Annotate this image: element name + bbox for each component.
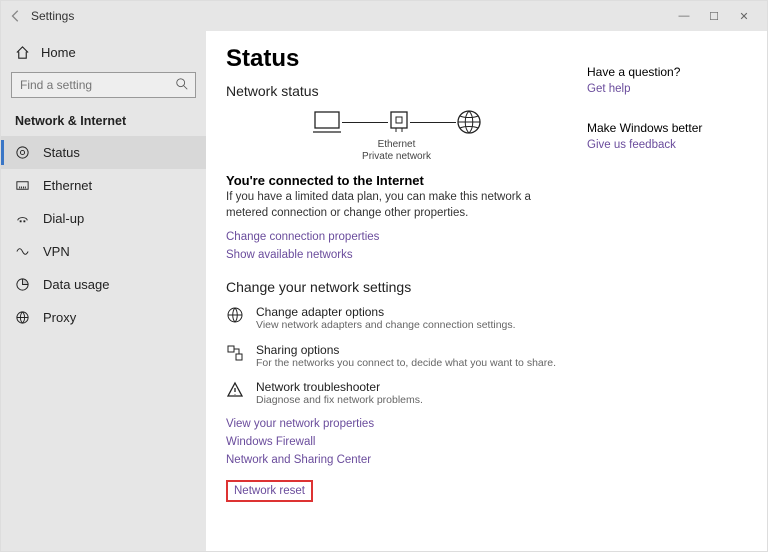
network-sharing-center-link[interactable]: Network and Sharing Center <box>226 454 567 466</box>
show-available-networks-link[interactable]: Show available networks <box>226 249 567 261</box>
sidebar-item-label: Proxy <box>43 310 76 325</box>
get-help-link[interactable]: Get help <box>587 83 747 95</box>
option-title: Change adapter options <box>256 305 516 319</box>
status-icon <box>15 145 31 160</box>
search-icon <box>175 77 189 91</box>
vpn-icon <box>15 244 31 259</box>
option-desc: For the networks you connect to, decide … <box>256 357 556 371</box>
sidebar-item-dialup[interactable]: Dial-up <box>1 202 206 235</box>
proxy-icon <box>15 310 31 325</box>
ethernet-icon <box>15 178 31 193</box>
option-title: Sharing options <box>256 343 556 357</box>
search-input[interactable] <box>11 72 196 98</box>
network-diagram <box>226 109 567 135</box>
change-adapter-options[interactable]: Change adapter options View network adap… <box>226 305 567 333</box>
feedback-heading: Make Windows better <box>587 121 747 135</box>
back-icon[interactable] <box>9 9 25 23</box>
diagram-line <box>410 122 456 123</box>
titlebar: Settings — ☐ ✕ <box>1 1 767 31</box>
network-troubleshooter[interactable]: Network troubleshooter Diagnose and fix … <box>226 380 567 408</box>
connected-desc: If you have a limited data plan, you can… <box>226 190 567 221</box>
sidebar-item-label: Ethernet <box>43 178 92 193</box>
sidebar-item-label: Status <box>43 145 80 160</box>
category-heading: Network & Internet <box>1 106 206 136</box>
sidebar-item-vpn[interactable]: VPN <box>1 235 206 268</box>
change-connection-properties-link[interactable]: Change connection properties <box>226 231 567 243</box>
page-title: Status <box>226 45 567 73</box>
sidebar: Home Network & Internet Status Ethernet … <box>1 31 206 551</box>
data-usage-icon <box>15 277 31 292</box>
option-desc: Diagnose and fix network problems. <box>256 394 423 408</box>
view-network-properties-link[interactable]: View your network properties <box>226 418 567 430</box>
home-button[interactable]: Home <box>1 37 206 68</box>
network-reset-link[interactable]: Network reset <box>234 485 305 497</box>
sidebar-item-label: Dial-up <box>43 211 84 226</box>
adapter-icon <box>388 109 410 135</box>
sharing-icon <box>226 344 244 371</box>
section-heading: Change your network settings <box>226 279 567 295</box>
main-content: Status Network status Ethernet Private n… <box>226 45 567 541</box>
diagram-line <box>342 122 388 123</box>
sidebar-item-label: VPN <box>43 244 70 259</box>
network-reset-highlight: Network reset <box>226 480 313 502</box>
home-label: Home <box>41 45 76 60</box>
sidebar-item-label: Data usage <box>43 277 110 292</box>
diagram-label-2: Private network <box>226 151 567 163</box>
section-heading: Network status <box>226 83 567 99</box>
home-icon <box>15 45 31 60</box>
maximize-button[interactable]: ☐ <box>699 10 729 23</box>
help-heading: Have a question? <box>587 65 747 79</box>
close-button[interactable]: ✕ <box>729 10 759 23</box>
dialup-icon <box>15 211 31 226</box>
windows-firewall-link[interactable]: Windows Firewall <box>226 436 567 448</box>
give-feedback-link[interactable]: Give us feedback <box>587 139 747 151</box>
computer-icon <box>312 109 342 135</box>
sidebar-item-status[interactable]: Status <box>1 136 206 169</box>
option-desc: View network adapters and change connect… <box>256 319 516 333</box>
diagram-label-1: Ethernet <box>226 139 567 151</box>
sidebar-item-ethernet[interactable]: Ethernet <box>1 169 206 202</box>
help-panel: Have a question? Get help Make Windows b… <box>587 45 747 541</box>
sidebar-item-proxy[interactable]: Proxy <box>1 301 206 334</box>
window-title: Settings <box>31 9 74 23</box>
minimize-button[interactable]: — <box>669 10 699 22</box>
globe-icon <box>456 109 482 135</box>
sidebar-item-datausage[interactable]: Data usage <box>1 268 206 301</box>
adapter-options-icon <box>226 306 244 333</box>
troubleshooter-icon <box>226 381 244 408</box>
option-title: Network troubleshooter <box>256 380 423 394</box>
connected-title: You're connected to the Internet <box>226 173 567 188</box>
sharing-options[interactable]: Sharing options For the networks you con… <box>226 343 567 371</box>
